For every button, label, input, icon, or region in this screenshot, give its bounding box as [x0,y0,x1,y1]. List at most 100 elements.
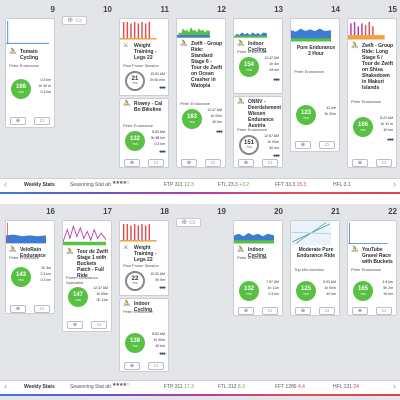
add-icon[interactable]: ⊕ [10,305,26,313]
weekly-stats-bar[interactable]: ‹ Weekly Stats Seasoning Stat ab ★★★★☆ F… [0,380,400,394]
day-13[interactable]: 13 🚴 Indoor Cycling Peter Endurance 154 T… [231,4,286,176]
day-15[interactable]: 15 🚴 Zwift - Group Ride: Long Stage 6 / … [345,4,400,176]
workout-chart-thumbnail [63,221,107,247]
comment-icon[interactable]: ▭ [148,159,164,167]
workout-stats: 12:57 AM 1h 00m 40 km [264,134,279,150]
tss-badge: 151 TSS [239,135,259,155]
workout-subtitle: Trip Mid Aurelian [294,267,324,272]
workout-chart-thumbnail [120,221,157,243]
intensity-dots: ●●● [158,149,166,155]
workout-card[interactable]: 🚴 Indoor Cycling Peter Endurance 132 TSS … [233,220,283,316]
week-gap [0,194,400,204]
prev-week-arrow[interactable]: ‹ [4,179,7,189]
workout-card[interactable]: 🚴 Rowey - Cal Bo Bikeline Peter Enduranc… [119,98,169,168]
workout-title: Tomato Cycling [20,49,39,61]
workout-subtitle: Peter Endurance [237,127,268,132]
day-14[interactable]: 14 Pure Endurance 2 Hour Peter Endurance… [288,4,343,176]
add-icon[interactable]: ⊕ [124,362,140,370]
week-1: 9 🚴 Tomato Cycling Peter Endurance 168 TS… [0,0,400,192]
stat-2: FTL 23.3 +3.2 [218,182,250,188]
workout-card[interactable]: 🚴 ONNV - Deerdelement Wiesen Endurance A… [233,96,283,168]
workout-card[interactable]: 🚴 Zwift - Group Ride: Standard Stage 6 -… [176,18,226,168]
workout-card[interactable]: Pure Endurance 2 Hour Peter Endurance 12… [290,18,340,152]
day-17[interactable]: 17 🚴 Tour de Zwift Stage 1 with Buckets … [60,206,115,378]
add-icon[interactable]: ⊕ [181,159,197,167]
workout-subtitle: Plan Power Session [123,263,159,268]
comment-icon[interactable]: ▭ [319,307,335,315]
card-actions: ⊕ ▭ [352,307,392,315]
workout-chart-thumbnail [177,19,211,39]
workout-subtitle: Peter Endurance [123,309,154,314]
next-week-arrow[interactable]: › [393,179,396,189]
workout-stats: 8:52 AM 1h 00m 40 km [152,332,165,348]
comment-icon[interactable]: ▭ [262,159,278,167]
comment-icon[interactable]: ▭ [262,307,278,315]
comment-icon[interactable]: ▭ [376,307,392,315]
workout-card[interactable]: 🚴 Indoor Cycling Peter Endurance 138 TSS … [119,298,169,372]
day-number: 22 [388,207,397,216]
workout-card[interactable]: 🚴 VeloRain Endurance Peter Endurance 143… [5,220,55,314]
add-icon[interactable]: ⊕ [295,141,311,149]
comment-icon[interactable]: ▭ [34,117,50,125]
day-number: 16 [46,207,55,216]
day-16[interactable]: 16 🚴 VeloRain Endurance Peter Endurance … [3,206,58,378]
day-10[interactable]: 10 ⊕ ▭ [60,4,115,176]
workout-stats: 12:47 AM 1h 00m 40 km [207,108,222,124]
day-21[interactable]: 21 Moderate Pure Endurance Ride Trip Mid… [288,206,343,378]
next-week-arrow[interactable]: › [393,381,396,391]
workout-card[interactable]: Moderate Pure Endurance Ride Trip Mid Au… [290,220,340,316]
add-icon[interactable]: ⊕ [295,307,311,315]
workout-title: Zwift - Group Ride: Long Stage 6 / Tour … [362,43,394,91]
day-20[interactable]: 20 🚴 Indoor Cycling Peter Endurance 132 T… [231,206,286,378]
feeling-label: Seasoning Stat ab [70,384,111,390]
workout-card[interactable]: 🚴 Tomato Cycling Peter Endurance 168 TSS … [5,18,55,128]
add-icon[interactable]: ⊕ [67,321,83,329]
comment-icon[interactable]: ▭ [319,141,335,149]
comment-icon[interactable]: ▭ [376,159,392,167]
intensity-dots: ●●● [386,137,394,143]
workout-card[interactable]: 🚴 Indoor Cycling Peter Endurance 154 TSS … [233,18,283,94]
workout-subtitle: Plan Power Session [123,63,159,68]
add-icon[interactable]: ⊕ [352,159,368,167]
tss-badge: 165 TSS [353,281,373,301]
workout-card[interactable]: ⚔ Weight Training - Legs 22 Plan Power S… [119,18,169,96]
workout-card[interactable]: 🚴 YouTube Gravel Race with Buckets Peter… [347,220,397,316]
rating-stars[interactable]: ★★★★☆ [112,180,130,186]
day-add-button[interactable]: ⊕ ▭ [176,218,201,227]
workout-card[interactable]: ⚔ Weight Training - Legs 22 Plan Power S… [119,220,169,296]
bike-icon: 🚴 [66,249,74,255]
comment-icon[interactable]: ▭ [205,159,221,167]
day-number: 21 [331,207,340,216]
comment-icon[interactable]: ▭ [148,362,164,370]
card-actions: ⊕ ▭ [238,307,278,315]
workout-stats: 10:00 AM 0h 50 min [149,72,165,82]
day-9[interactable]: 9 🚴 Tomato Cycling Peter Endurance 168 TS… [3,4,58,176]
bike-icon: 🚴 [123,301,131,307]
intensity-dots: ●●● [158,351,166,357]
comment-icon[interactable]: ▭ [91,321,107,329]
workout-title: Weight Training - Legs 22 [134,43,157,61]
day-19[interactable]: 19 ⊕ ▭ [174,206,229,378]
day-12[interactable]: 12 🚴 Zwift - Group Ride: Standard Stage … [174,4,229,176]
workout-chart-thumbnail [291,19,331,43]
workout-card[interactable]: 🚴 Zwift - Group Ride: Long Stage 6 / Tou… [347,18,397,168]
comment-icon[interactable]: ▭ [34,305,50,313]
add-icon[interactable]: ⊕ [124,159,140,167]
bike-icon: 🚴 [237,247,245,253]
prev-week-arrow[interactable]: ‹ [4,381,7,391]
card-actions: ⊕ ▭ [10,117,50,125]
rating-stars[interactable]: ★★★★☆ [112,382,130,388]
workout-card[interactable]: 🚴 Tour de Zwift Stage 1 with Buckets Pat… [62,220,112,332]
day-22[interactable]: 22 🚴 YouTube Gravel Race with Buckets Pe… [345,206,400,378]
add-icon[interactable]: ⊕ [10,117,26,125]
weekly-stats-bar[interactable]: ‹ Weekly Stats Seasoning Stat ab ★★★★☆ F… [0,178,400,192]
add-icon[interactable]: ⊕ [238,307,254,315]
add-icon[interactable]: ⊕ [352,307,368,315]
day-11[interactable]: 11 ⚔ Weight Training - Legs 22 Plan Powe… [117,4,172,176]
add-icon[interactable]: ⊕ [238,159,254,167]
day-18[interactable]: 18 ⚔ Weight Training - Legs 22 Plan Powe… [117,206,172,378]
day-add-button[interactable]: ⊕ ▭ [62,16,87,25]
workout-chart-thumbnail [291,221,331,245]
workout-title: Weight Training - Legs 22 [134,245,157,263]
workout-stats: 12:47 AM 1h 4m 64 km [264,56,279,72]
